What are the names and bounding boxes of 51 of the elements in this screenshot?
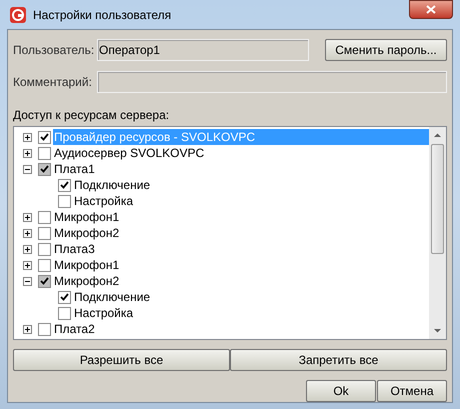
tree-item[interactable]: Микрофон1 <box>53 209 120 225</box>
window-title: Настройки пользователя <box>33 6 172 24</box>
checkbox[interactable] <box>58 306 71 320</box>
tree-item[interactable]: Аудиосервер SVOLKOVPC <box>53 145 206 161</box>
expand-icon[interactable] <box>22 244 32 254</box>
checkbox[interactable] <box>38 322 51 336</box>
expand-icon[interactable] <box>22 212 32 222</box>
allow-all-button[interactable]: Разрешить все <box>13 349 230 371</box>
check-icon <box>40 133 49 141</box>
deny-all-button[interactable]: Запретить все <box>230 349 447 371</box>
tree-item[interactable]: Микрофон2 <box>53 225 120 241</box>
checkbox[interactable] <box>38 146 51 160</box>
expand-icon[interactable] <box>22 324 32 334</box>
tree-item[interactable]: Подключение <box>73 289 152 305</box>
change-password-button[interactable]: Сменить пароль... <box>325 39 447 61</box>
user-field[interactable]: Оператор1 <box>97 39 309 61</box>
app-icon <box>9 6 27 24</box>
comment-field[interactable] <box>97 71 447 93</box>
checkbox[interactable] <box>58 178 71 192</box>
checkbox[interactable] <box>38 210 51 224</box>
check-icon <box>60 293 69 301</box>
expand-icon[interactable] <box>22 132 32 142</box>
scrollbar-thumb[interactable] <box>431 144 444 254</box>
tree-item[interactable]: Плата1 <box>53 161 96 177</box>
expand-icon[interactable] <box>22 228 32 238</box>
expand-icon[interactable] <box>22 148 32 158</box>
checkbox[interactable] <box>38 130 51 144</box>
user-label: Пользователь: <box>13 42 96 59</box>
checkbox[interactable] <box>58 290 71 304</box>
scrollbar[interactable] <box>429 127 446 339</box>
checkbox[interactable] <box>38 242 51 256</box>
cancel-button[interactable]: Отмена <box>377 380 447 402</box>
tree-item[interactable]: Настройка <box>73 193 134 209</box>
tree-item[interactable]: Микрофон1 <box>53 257 120 273</box>
close-button[interactable] <box>409 0 453 19</box>
checkbox[interactable] <box>38 226 51 240</box>
checkbox[interactable] <box>38 258 51 272</box>
check-icon <box>60 181 69 189</box>
tree-item[interactable]: Настройка <box>73 305 134 321</box>
tree-item[interactable]: Плата2 <box>53 321 96 337</box>
tree-item[interactable]: Подключение <box>73 177 152 193</box>
expand-icon[interactable] <box>22 260 32 270</box>
tree-item[interactable]: Плата3 <box>53 241 96 257</box>
comment-label: Комментарий: <box>13 74 93 91</box>
close-icon <box>426 5 436 14</box>
collapse-icon[interactable] <box>22 164 32 174</box>
checkbox[interactable] <box>58 194 71 208</box>
access-label: Доступ к ресурсам сервера: <box>13 107 170 124</box>
collapse-icon[interactable] <box>22 276 32 286</box>
ok-button[interactable]: Ok <box>306 380 376 402</box>
tree-item[interactable]: Микрофон2 <box>53 273 120 289</box>
